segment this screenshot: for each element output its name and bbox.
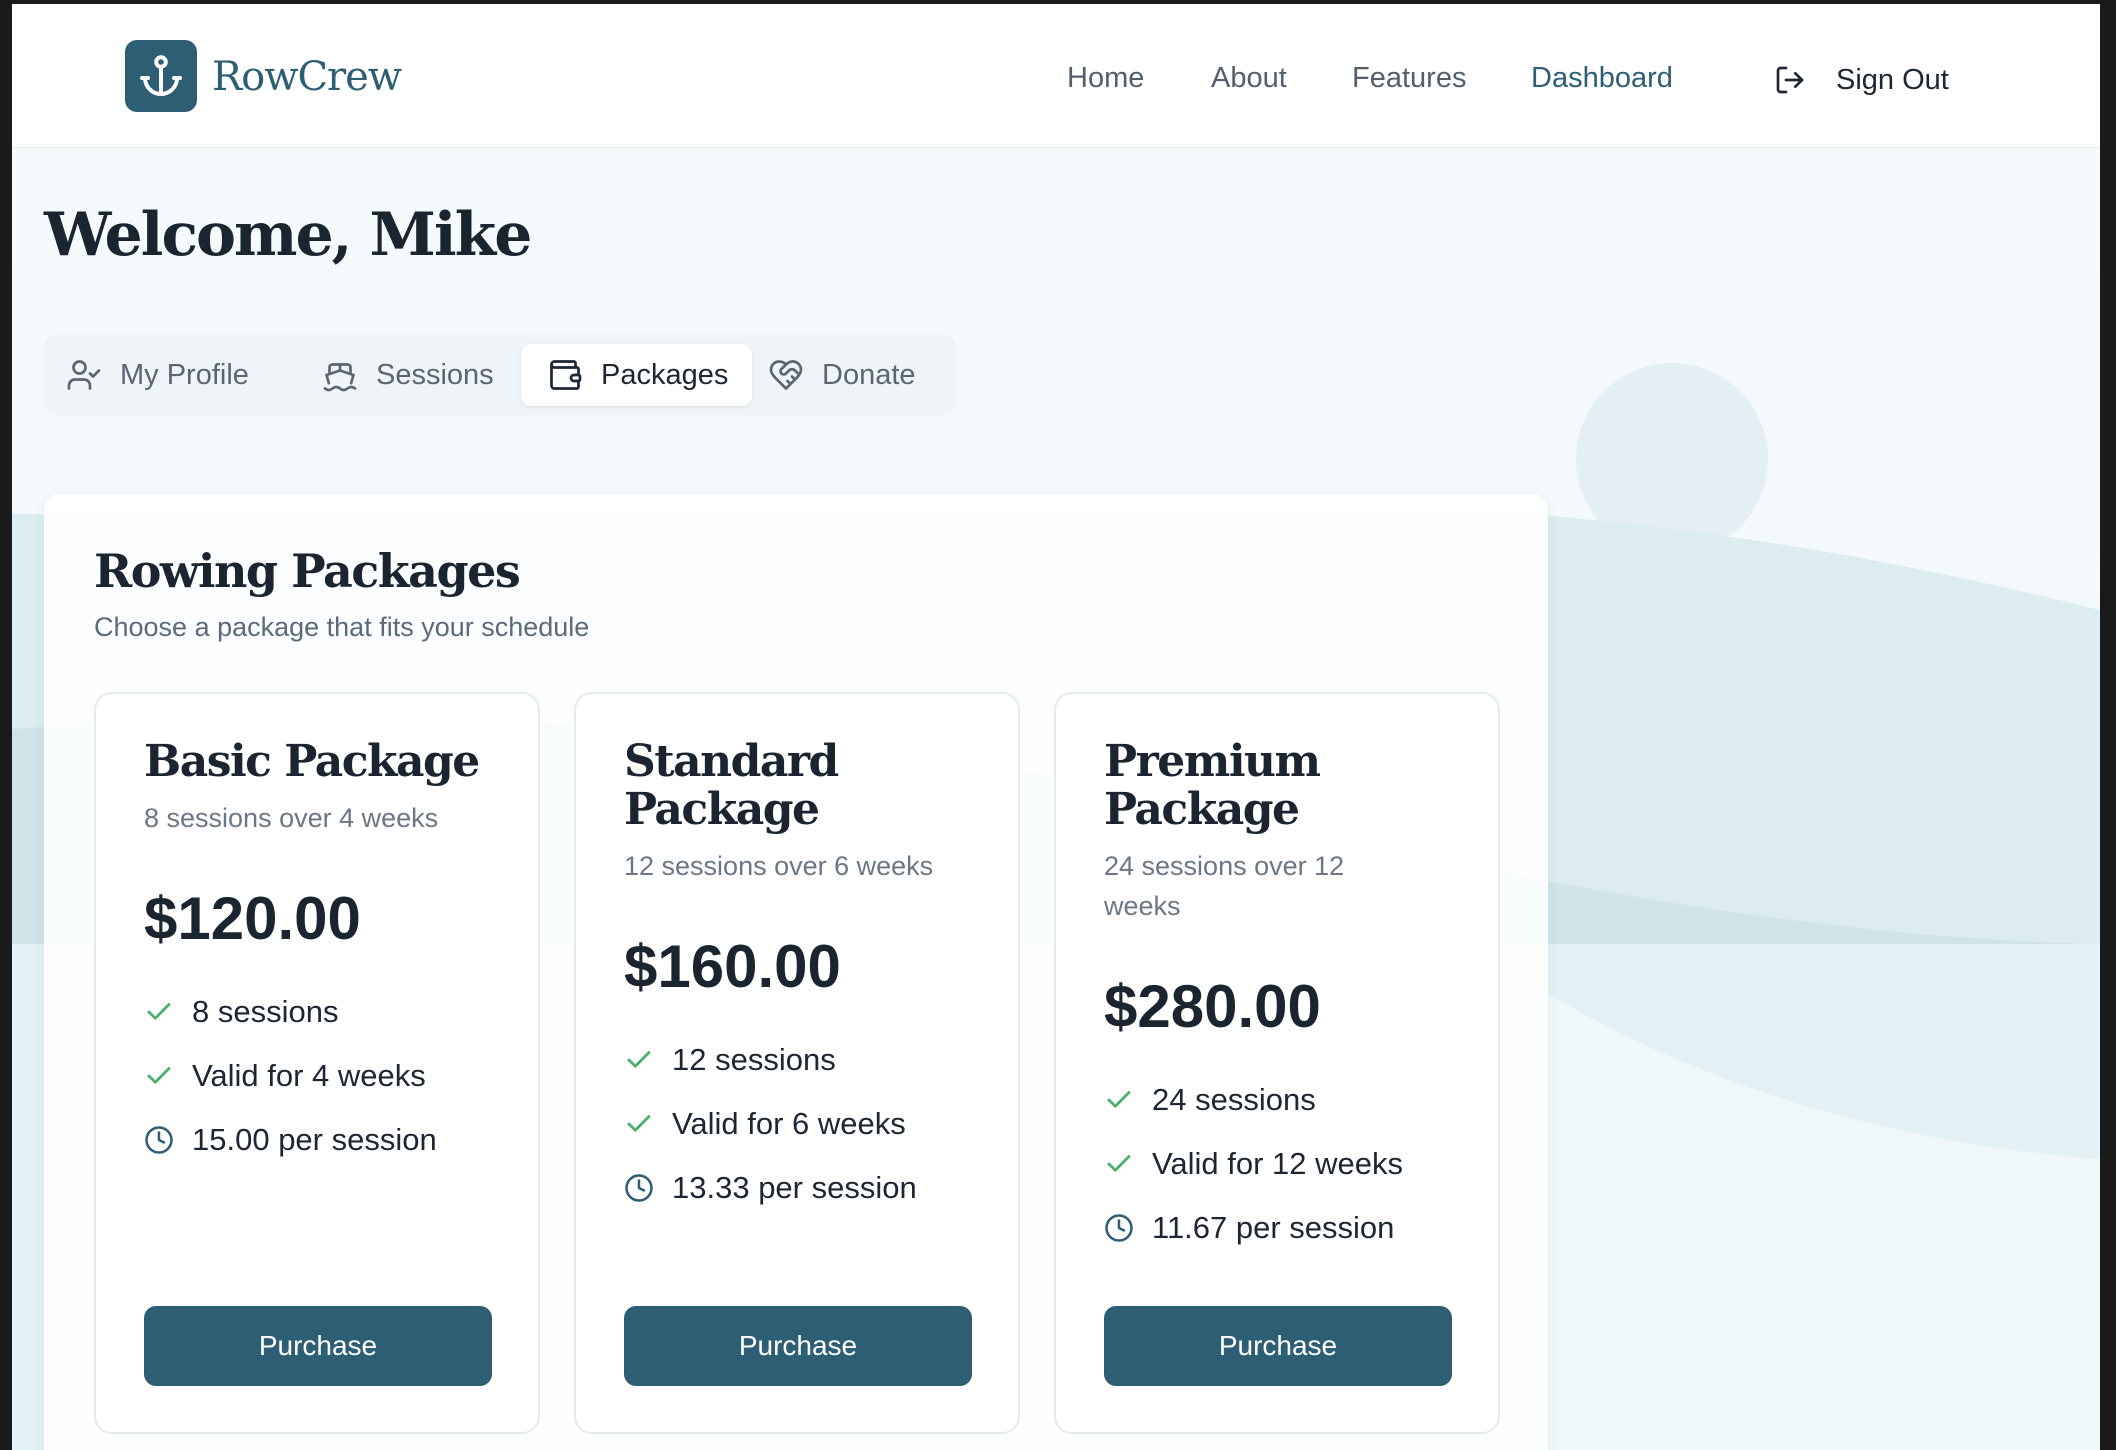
wallet-icon [547,357,583,393]
check-icon [144,997,174,1027]
package-card-standard: Standard Package 12 sessions over 6 week… [574,692,1020,1434]
check-icon [144,1061,174,1091]
sign-out-label: Sign Out [1836,63,1949,96]
section-subtitle: Choose a package that fits your schedule [94,612,590,642]
nav-home[interactable]: Home [1067,62,1144,95]
dashboard-tabs: My Profile Sessions Packages Donate [44,334,956,416]
feature-item: 11.67 per session [1104,1208,1394,1248]
feature-item: 12 sessions [624,1040,836,1080]
boat-icon [322,357,358,393]
clock-icon [1104,1213,1134,1243]
tab-sessions[interactable]: Sessions [312,344,508,406]
feature-text: 11.67 per session [1152,1210,1395,1245]
nav-dashboard[interactable]: Dashboard [1531,62,1673,95]
purchase-button[interactable]: Purchase [624,1306,972,1386]
feature-text: 12 sessions [672,1042,836,1077]
package-card-premium: Premium Package 24 sessions over 12 week… [1054,692,1500,1434]
feature-item: 15.00 per session [144,1120,437,1160]
brand-name[interactable]: RowCrew [212,54,402,100]
tab-label: Donate [822,358,916,391]
feature-text: 24 sessions [1152,1082,1316,1117]
package-description: 12 sessions over 6 weeks [624,851,934,881]
feature-text: 8 sessions [192,994,339,1029]
package-price: $120.00 [144,885,361,952]
packages-panel: Rowing Packages Choose a package that fi… [44,494,1548,1450]
check-icon [624,1109,654,1139]
purchase-button[interactable]: Purchase [1104,1306,1452,1386]
tab-my-profile[interactable]: My Profile [54,344,263,406]
check-icon [1104,1149,1134,1179]
package-name: Standard Package [624,736,839,835]
feature-text: 15.00 per session [192,1122,437,1157]
sign-out-icon [1774,64,1806,96]
user-check-icon [66,357,102,393]
heart-handshake-icon [768,357,804,393]
tab-label: Packages [601,358,729,391]
page-title: Welcome, Mike [44,200,532,270]
package-name: Basic Package [144,736,480,787]
package-card-basic: Basic Package 8 sessions over 4 weeks $1… [94,692,540,1434]
purchase-button[interactable]: Purchase [144,1306,492,1386]
feature-text: Valid for 6 weeks [672,1106,906,1141]
feature-item: 13.33 per session [624,1168,917,1208]
top-navbar: RowCrew Home About Features Dashboard Si… [12,4,2100,148]
feature-item: Valid for 4 weeks [144,1056,426,1096]
package-price: $160.00 [624,933,841,1000]
check-icon [1104,1085,1134,1115]
app-window: RowCrew Home About Features Dashboard Si… [12,4,2100,1450]
tab-packages[interactable]: Packages [521,344,752,406]
feature-text: Valid for 4 weeks [192,1058,426,1093]
feature-text: 13.33 per session [672,1170,917,1205]
sign-out-button[interactable]: Sign Out [1774,60,1949,100]
feature-item: 8 sessions [144,992,338,1032]
feature-item: Valid for 6 weeks [624,1104,906,1144]
package-name: Premium Package [1104,736,1321,835]
package-description: 24 sessions over 12 weeks [1104,851,1345,921]
clock-icon [624,1173,654,1203]
anchor-icon[interactable] [125,40,197,112]
nav-about[interactable]: About [1211,62,1287,95]
feature-text: Valid for 12 weeks [1152,1146,1403,1181]
feature-item: 24 sessions [1104,1080,1316,1120]
package-price: $280.00 [1104,973,1321,1040]
nav-features[interactable]: Features [1352,62,1466,95]
tab-donate[interactable]: Donate [758,344,930,406]
tab-label: My Profile [120,358,249,391]
clock-icon [144,1125,174,1155]
tab-label: Sessions [376,358,494,391]
section-title: Rowing Packages [94,544,521,598]
check-icon [624,1045,654,1075]
package-description: 8 sessions over 4 weeks [144,803,439,833]
feature-item: Valid for 12 weeks [1104,1144,1403,1184]
